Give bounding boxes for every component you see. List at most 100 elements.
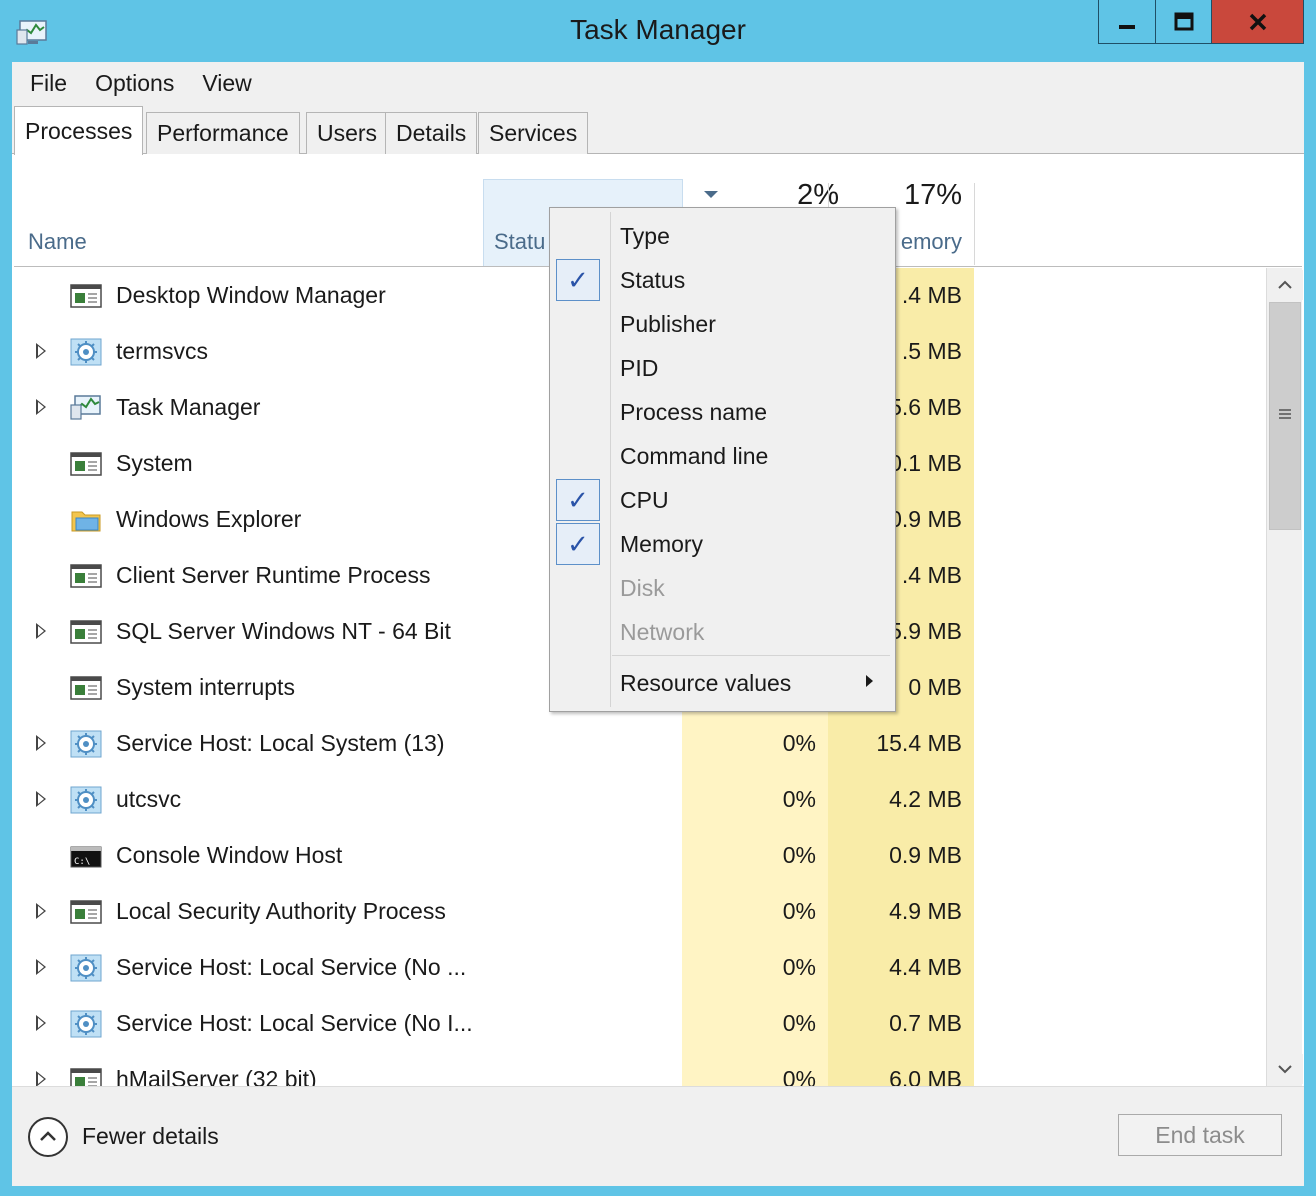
process-memory: 4.9 MB xyxy=(889,898,962,924)
service-gear-icon xyxy=(70,338,102,366)
sort-arrow-icon xyxy=(704,191,718,198)
process-name: Service Host: Local Service (No ... xyxy=(116,954,467,980)
menu-options[interactable]: Options xyxy=(81,70,188,97)
process-cpu: 0% xyxy=(782,1066,816,1086)
process-row-service-host-local-service-no-i[interactable]: Service Host: Local Service (No I... 0% 0.… xyxy=(14,996,1264,1052)
svg-text:C:\: C:\ xyxy=(74,857,90,867)
process-cpu: 0% xyxy=(782,786,816,812)
service-gear-icon xyxy=(70,786,102,814)
menu-item-type[interactable]: Type xyxy=(550,214,895,258)
maximize-button[interactable] xyxy=(1155,0,1211,43)
end-task-button[interactable]: End task xyxy=(1118,1114,1282,1156)
tab-services[interactable]: Services xyxy=(478,112,589,154)
checkmark-icon: ✓ xyxy=(556,479,600,521)
menu-item-cpu[interactable]: ✓ CPU xyxy=(550,478,895,522)
process-memory: 4.4 MB xyxy=(889,954,962,980)
chevron-up-icon xyxy=(1278,280,1292,289)
menu-item-label: Process name xyxy=(620,399,768,425)
tab-details[interactable]: Details xyxy=(385,112,478,154)
menu-item-label: CPU xyxy=(620,487,669,513)
minimize-icon xyxy=(1119,24,1135,29)
process-name: hMailServer (32 bit) xyxy=(116,1066,317,1086)
app-window-icon xyxy=(70,450,102,478)
menu-item-label: Publisher xyxy=(620,311,716,337)
vertical-scrollbar[interactable] xyxy=(1266,268,1303,1086)
process-name: Service Host: Local System (13) xyxy=(116,730,445,756)
app-window-icon xyxy=(70,1066,102,1086)
tab-users[interactable]: Users xyxy=(306,112,389,154)
minimize-button[interactable] xyxy=(1099,0,1155,43)
expand-arrow-icon[interactable] xyxy=(36,735,46,751)
process-name: System xyxy=(116,450,193,476)
process-cpu: 0% xyxy=(782,954,816,980)
process-row-hmailserver-32-bit[interactable]: hMailServer (32 bit) 0% 6.0 MB xyxy=(14,1052,1264,1086)
column-context-menu: Resource values Type ✓ Status Publisher PID P… xyxy=(549,207,896,712)
menu-item-pid[interactable]: PID xyxy=(550,346,895,390)
title-bar[interactable]: Task Manager xyxy=(0,0,1316,62)
expand-arrow-icon[interactable] xyxy=(36,1015,46,1031)
expand-arrow-icon[interactable] xyxy=(36,791,46,807)
process-row-service-host-local-system-13[interactable]: Service Host: Local System (13) 0% 15.4 MB xyxy=(14,716,1264,772)
menu-item-status[interactable]: ✓ Status xyxy=(550,258,895,302)
expand-arrow-icon[interactable] xyxy=(36,399,46,415)
expand-arrow-icon[interactable] xyxy=(36,1071,46,1086)
tab-processes[interactable]: Processes xyxy=(14,106,144,155)
menu-item-memory[interactable]: ✓ Memory xyxy=(550,522,895,566)
expand-arrow-icon[interactable] xyxy=(36,623,46,639)
scroll-up-button[interactable] xyxy=(1267,270,1303,300)
close-icon xyxy=(1249,13,1266,30)
process-cpu: 0% xyxy=(782,842,816,868)
grip-icon xyxy=(1279,409,1291,419)
process-name: System interrupts xyxy=(116,674,295,700)
menu-item-label: PID xyxy=(620,355,659,381)
menu-item-label: Command line xyxy=(620,443,769,469)
process-name: Client Server Runtime Process xyxy=(116,562,431,588)
app-window-icon xyxy=(70,282,102,310)
column-divider xyxy=(974,183,975,265)
app-window-icon xyxy=(70,898,102,926)
service-gear-icon xyxy=(70,730,102,758)
column-name-header[interactable]: Name xyxy=(28,229,87,255)
tab-performance[interactable]: Performance xyxy=(146,112,300,154)
folder-icon xyxy=(70,506,102,534)
menu-item-process-name[interactable]: Process name xyxy=(550,390,895,434)
menu-item-label: Memory xyxy=(620,531,704,557)
expand-arrow-icon[interactable] xyxy=(36,343,46,359)
task-manager-icon xyxy=(70,394,102,422)
menu-item-label: Type xyxy=(620,223,670,249)
maximize-icon xyxy=(1174,12,1193,30)
menu-item-resource-values[interactable]: Resource values xyxy=(550,661,895,705)
process-memory: 4.2 MB xyxy=(889,786,962,812)
menu-file[interactable]: File xyxy=(16,70,81,97)
close-button[interactable] xyxy=(1211,0,1303,43)
menu-item-publisher[interactable]: Publisher xyxy=(550,302,895,346)
column-status-label: Statu xyxy=(494,229,546,254)
menu-bar: File Options View xyxy=(12,62,1304,104)
checkmark-icon: ✓ xyxy=(556,259,600,301)
process-memory: 6.0 MB xyxy=(889,1066,962,1086)
process-name: Local Security Authority Process xyxy=(116,898,446,924)
menu-separator xyxy=(612,655,890,656)
fewer-details-link[interactable]: Fewer details xyxy=(82,1123,219,1150)
scroll-thumb[interactable] xyxy=(1269,302,1301,530)
menu-view[interactable]: View xyxy=(188,70,265,97)
menu-item-label: Resource values xyxy=(620,670,792,696)
expand-arrow-icon[interactable] xyxy=(36,903,46,919)
process-cpu: 0% xyxy=(782,730,816,756)
process-row-local-security-authority-process[interactable]: Local Security Authority Process 0% 4.9 MB xyxy=(14,884,1264,940)
service-gear-icon xyxy=(70,1010,102,1038)
chevron-up-circle-icon xyxy=(40,1131,56,1141)
process-memory: 15.4 MB xyxy=(876,730,962,756)
menu-item-label: Status xyxy=(620,267,686,293)
console-icon: C:\ xyxy=(70,842,102,870)
fewer-details-button[interactable] xyxy=(28,1117,68,1157)
process-name: Service Host: Local Service (No I... xyxy=(116,1010,473,1036)
menu-item-command-line[interactable]: Command line xyxy=(550,434,895,478)
process-row-service-host-local-service-no[interactable]: Service Host: Local Service (No ... 0% 4.4… xyxy=(14,940,1264,996)
process-name: Windows Explorer xyxy=(116,506,302,532)
process-row-utcsvc[interactable]: utcsvc 0% 4.2 MB xyxy=(14,772,1264,828)
process-row-console-window-host[interactable]: C:\ Console Window Host 0% 0.9 MB xyxy=(14,828,1264,884)
expand-arrow-icon[interactable] xyxy=(36,959,46,975)
menu-item-label: Network xyxy=(620,619,705,645)
scroll-down-button[interactable] xyxy=(1267,1054,1303,1084)
